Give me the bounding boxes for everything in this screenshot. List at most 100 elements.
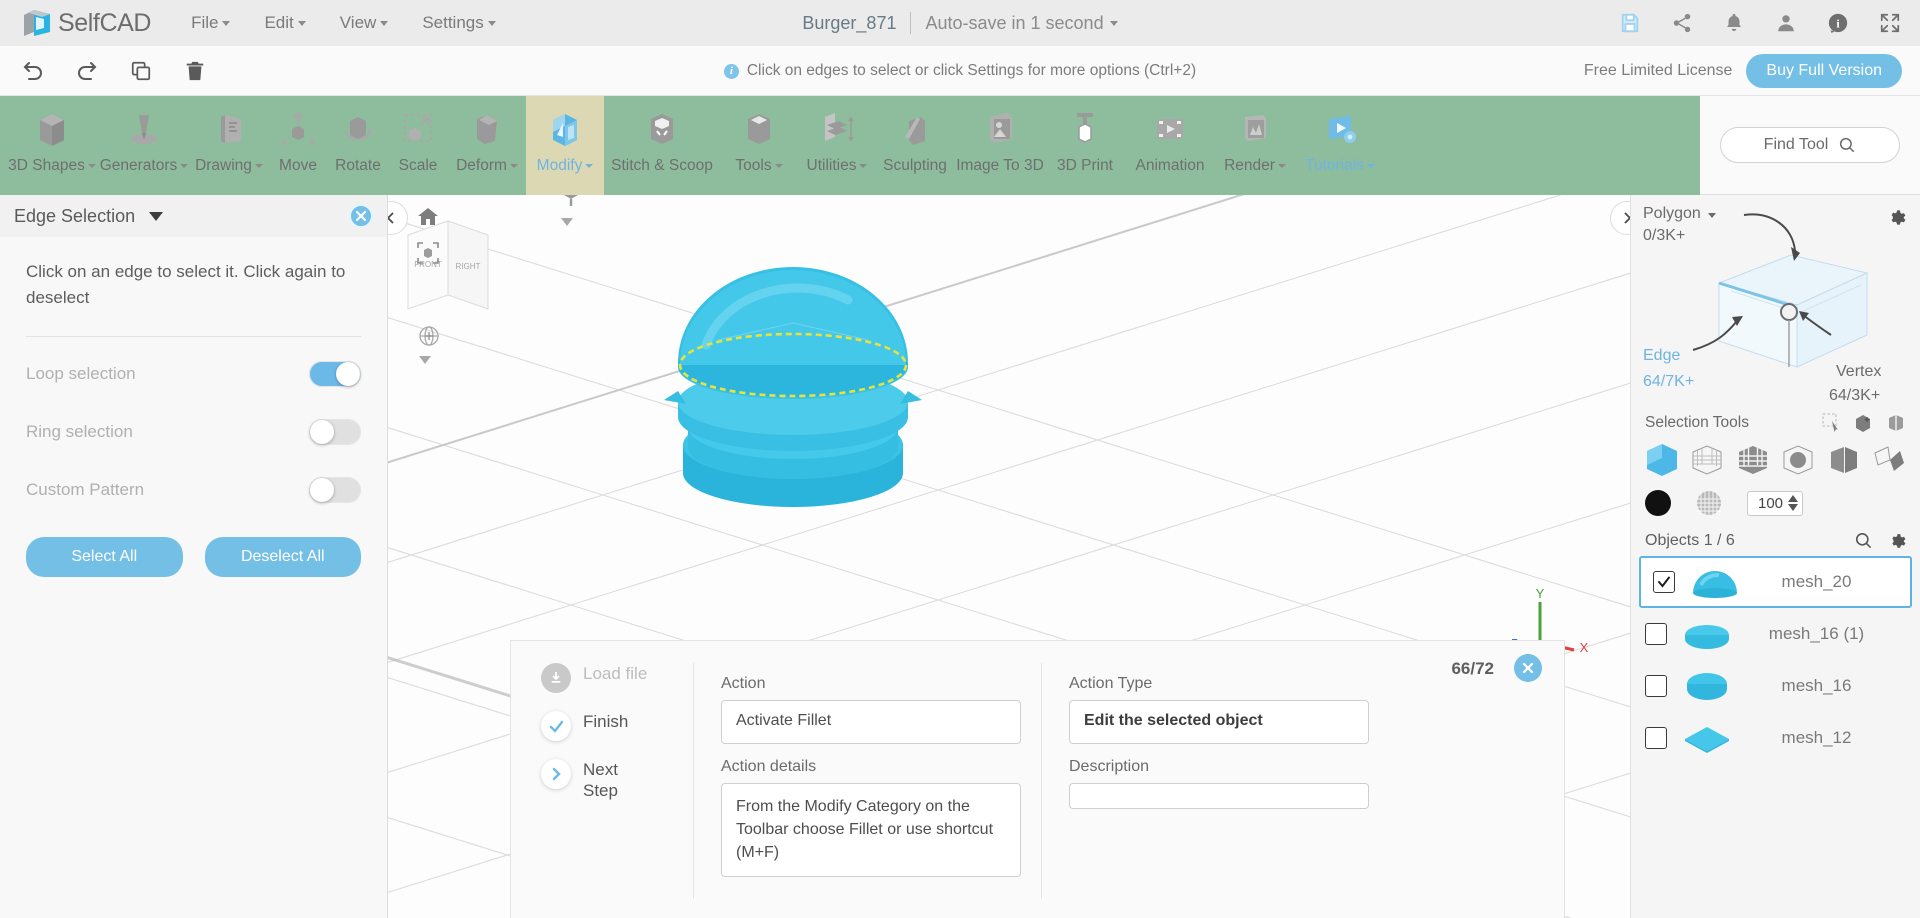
action-details-value[interactable]: From the Modify Category on the Toolbar …	[721, 783, 1021, 877]
save-icon[interactable]	[1618, 11, 1642, 35]
texture-sphere-icon[interactable]	[1695, 489, 1723, 517]
action-value[interactable]: Activate Fillet	[721, 700, 1021, 744]
action-type-value[interactable]: Edit the selected object	[1069, 700, 1369, 744]
tool-tools[interactable]: Tools	[720, 96, 798, 195]
ring-selection-toggle[interactable]	[309, 419, 361, 445]
user-icon[interactable]	[1774, 11, 1798, 35]
panel-title[interactable]: Edge Selection	[14, 206, 164, 227]
tool-label: Sculpting	[883, 157, 947, 174]
edge-label[interactable]: Edge	[1643, 347, 1680, 365]
tutorial-close-button[interactable]	[1514, 654, 1542, 682]
tool-label: Modify	[537, 157, 594, 175]
tool-label: Image To 3D	[956, 157, 1044, 174]
frame-object-icon	[417, 242, 439, 264]
menu-view[interactable]: View	[340, 13, 389, 33]
vertex-label[interactable]: Vertex	[1836, 363, 1881, 381]
tutorial-step-finish[interactable]: Finish	[541, 711, 671, 741]
select-plane-icon[interactable]	[1870, 441, 1908, 479]
object-list-item-mesh-12[interactable]: mesh_12	[1631, 712, 1920, 764]
rect-select-icon[interactable]	[1822, 413, 1842, 433]
rotate-icon	[336, 103, 380, 155]
select-half-icon[interactable]	[1825, 441, 1863, 479]
opacity-stepper[interactable]: 100	[1747, 490, 1803, 516]
select-wireframe-icon[interactable]	[1688, 441, 1726, 479]
select-all-button[interactable]: Select All	[26, 537, 183, 577]
tool-render[interactable]: Render	[1216, 96, 1294, 195]
tool-tutorials[interactable]: Tutorials	[1294, 96, 1386, 195]
selection-settings-gear-icon[interactable]	[1886, 207, 1906, 227]
object-name: mesh_16	[1781, 676, 1852, 695]
object-list-item-mesh-16-1[interactable]: mesh_16 (1)	[1631, 608, 1920, 660]
redo-icon[interactable]	[74, 58, 100, 84]
document-title[interactable]: Burger_871	[802, 13, 896, 34]
menu-settings[interactable]: Settings	[422, 13, 496, 33]
app-logo[interactable]: SelfCAD	[22, 8, 151, 38]
snap-gizmo-button[interactable]	[554, 195, 588, 213]
menu-file[interactable]: File	[191, 13, 231, 33]
tutorial-step-next[interactable]: Next Step	[541, 759, 671, 802]
tool-sculpting[interactable]: Sculpting	[876, 96, 954, 195]
option-custom-pattern: Custom Pattern	[0, 469, 387, 511]
orbit-dropdown-caret[interactable]	[418, 355, 432, 365]
view-cube[interactable]: FRONT RIGHT	[398, 217, 538, 337]
invert-selection-icon[interactable]	[1886, 413, 1906, 433]
orbit-gizmo-button[interactable]	[416, 323, 442, 349]
select-sphere-icon[interactable]	[1779, 441, 1817, 479]
tool-scale[interactable]: Scale	[388, 96, 448, 195]
tool-modify[interactable]: Modify	[526, 96, 604, 195]
add-selection-icon[interactable]	[1854, 413, 1874, 433]
object-checkbox[interactable]	[1645, 727, 1667, 749]
buy-full-version-button[interactable]: Buy Full Version	[1746, 54, 1902, 88]
tutorial-step-load-file[interactable]: Load file	[541, 663, 671, 693]
tool-rotate[interactable]: Rotate	[328, 96, 388, 195]
drawing-icon	[207, 103, 251, 155]
tool-move[interactable]: Move	[268, 96, 328, 195]
close-panel-button[interactable]	[348, 203, 374, 229]
object-checkbox[interactable]	[1645, 623, 1667, 645]
objects-settings-gear-icon[interactable]	[1887, 531, 1906, 550]
frame-selection-button[interactable]	[416, 241, 440, 265]
fullscreen-icon[interactable]	[1878, 11, 1902, 35]
loop-selection-toggle[interactable]	[309, 361, 361, 387]
menu-edit[interactable]: Edit	[264, 13, 306, 33]
deselect-all-button[interactable]: Deselect All	[204, 537, 361, 577]
undo-icon[interactable]	[20, 58, 46, 84]
color-swatch[interactable]	[1645, 490, 1671, 516]
trash-icon[interactable]	[182, 58, 208, 84]
select-object-icon[interactable]	[1643, 441, 1681, 479]
copy-icon[interactable]	[128, 58, 154, 84]
custom-pattern-toggle[interactable]	[309, 477, 361, 503]
object-list-item-mesh-20[interactable]: mesh_20	[1639, 556, 1912, 608]
edge-count: 64/7K+	[1643, 373, 1695, 390]
object-list-item-mesh-16[interactable]: mesh_16	[1631, 660, 1920, 712]
tool-drawing[interactable]: Drawing	[190, 96, 268, 195]
tool-deform[interactable]: Deform	[448, 96, 526, 195]
home-icon	[418, 208, 438, 225]
stepper-arrows[interactable]	[1788, 495, 1798, 511]
polygon-mode-selector[interactable]: Polygon	[1643, 205, 1717, 223]
tool-3d-shapes[interactable]: 3D Shapes	[6, 96, 98, 195]
snap-dropdown-caret[interactable]	[560, 217, 574, 227]
description-input[interactable]	[1069, 783, 1369, 809]
action-hint-bar: i Click on edges to select or click Sett…	[0, 46, 1920, 96]
tool-generators[interactable]: Generators	[98, 96, 190, 195]
home-view-button[interactable]	[416, 205, 440, 229]
share-icon[interactable]	[1670, 11, 1694, 35]
vertex-count: 64/3K+	[1829, 387, 1881, 404]
scale-icon	[396, 103, 440, 155]
info-icon[interactable]: i	[1826, 11, 1850, 35]
tool-3d-print[interactable]: 3D Print	[1046, 96, 1124, 195]
tool-animation[interactable]: Animation	[1124, 96, 1216, 195]
bell-icon[interactable]	[1722, 11, 1746, 35]
find-tool-label: Find Tool	[1763, 136, 1829, 153]
find-tool-button[interactable]: Find Tool	[1720, 127, 1900, 163]
tool-stitch-scoop[interactable]: Stitch & Scoop	[604, 96, 720, 195]
tool-utilities[interactable]: Utilities	[798, 96, 876, 195]
tool-image-to-3d[interactable]: Image To 3D	[954, 96, 1046, 195]
object-name: mesh_12	[1781, 728, 1852, 747]
select-polygon-icon[interactable]	[1734, 441, 1772, 479]
autosave-status[interactable]: Auto-save in 1 second	[925, 13, 1118, 34]
object-checkbox[interactable]	[1645, 675, 1667, 697]
search-icon[interactable]	[1854, 531, 1873, 550]
object-checkbox[interactable]	[1653, 571, 1675, 593]
